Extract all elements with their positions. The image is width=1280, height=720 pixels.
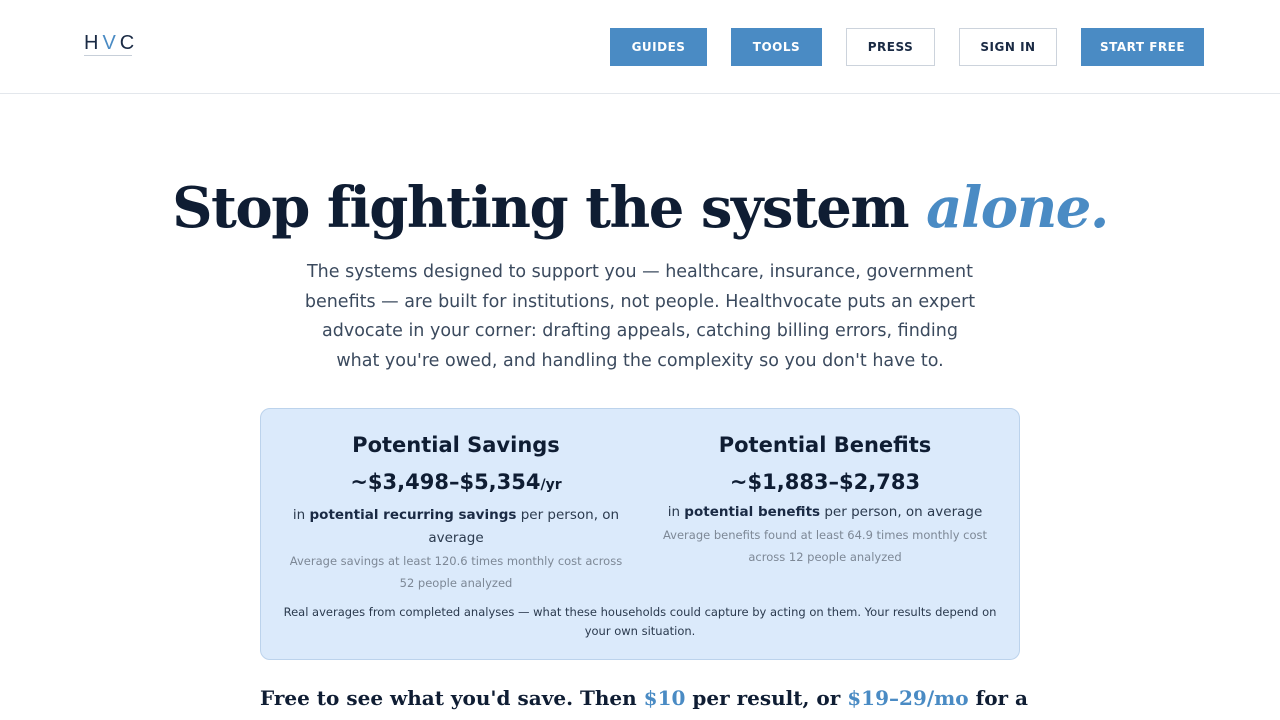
- savings-description: in potential recurring savings per perso…: [281, 504, 631, 550]
- savings-title: Potential Savings: [352, 433, 560, 457]
- benefits-stat: Potential Benefits ~$1,883–$2,783 in pot…: [650, 429, 1000, 568]
- start-free-button[interactable]: START FREE: [1081, 28, 1204, 66]
- savings-desc-prefix: in: [292, 507, 310, 523]
- benefits-desc-bold: potential benefits: [684, 504, 821, 520]
- benefits-value: ~$1,883–$2,783: [729, 470, 921, 494]
- logo[interactable]: HVC: [84, 30, 134, 56]
- site-header: HVC GUIDES TOOLS PRESS SIGN IN START FRE…: [0, 0, 1280, 94]
- hero-title-accent: alone.: [926, 175, 1109, 241]
- pricing-text-2: per result, or: [685, 686, 848, 710]
- pricing-monthly: $19–29/mo: [847, 686, 969, 710]
- pricing-text-1: Free to see what you'd save. Then: [260, 686, 644, 710]
- stats-footnote: Real averages from completed analyses — …: [283, 605, 997, 638]
- benefits-desc-suffix: per person, on average: [820, 504, 983, 520]
- savings-desc-bold: potential recurring savings: [309, 507, 517, 523]
- benefits-title: Potential Benefits: [718, 433, 932, 457]
- stats-card: Potential Savings ~$3,498–$5,354/yr in p…: [260, 408, 1020, 660]
- nav-tools-button[interactable]: TOOLS: [731, 28, 822, 66]
- savings-unit: /yr: [540, 477, 562, 493]
- pricing-per-result: $10: [643, 686, 686, 710]
- logo-letter-h: H: [84, 32, 103, 54]
- hero-title-main: Stop fighting the system: [172, 175, 927, 241]
- nav-guides-button[interactable]: GUIDES: [610, 28, 707, 66]
- benefits-note: Average benefits found at least 64.9 tim…: [662, 528, 988, 564]
- nav-press-button[interactable]: PRESS: [846, 28, 935, 66]
- hero-title: Stop fighting the system alone.: [0, 168, 1280, 248]
- savings-value: ~$3,498–$5,354/yr: [281, 467, 631, 500]
- savings-amount: ~$3,498–$5,354: [350, 470, 541, 494]
- savings-stat: Potential Savings ~$3,498–$5,354/yr in p…: [281, 429, 631, 594]
- pricing-text-3: for a: [968, 686, 1029, 710]
- logo-letter-v: V: [102, 32, 120, 54]
- hero-subtitle: The systems designed to support you — he…: [304, 262, 976, 371]
- savings-note: Average savings at least 120.6 times mon…: [289, 554, 623, 590]
- logo-letter-c: C: [119, 32, 139, 54]
- benefits-description: in potential benefits per person, on ave…: [650, 501, 1000, 524]
- pricing-line: Free to see what you'd save. Then $10 pe…: [260, 682, 1028, 714]
- sign-in-button[interactable]: SIGN IN: [959, 28, 1057, 66]
- benefits-desc-prefix: in: [667, 504, 685, 520]
